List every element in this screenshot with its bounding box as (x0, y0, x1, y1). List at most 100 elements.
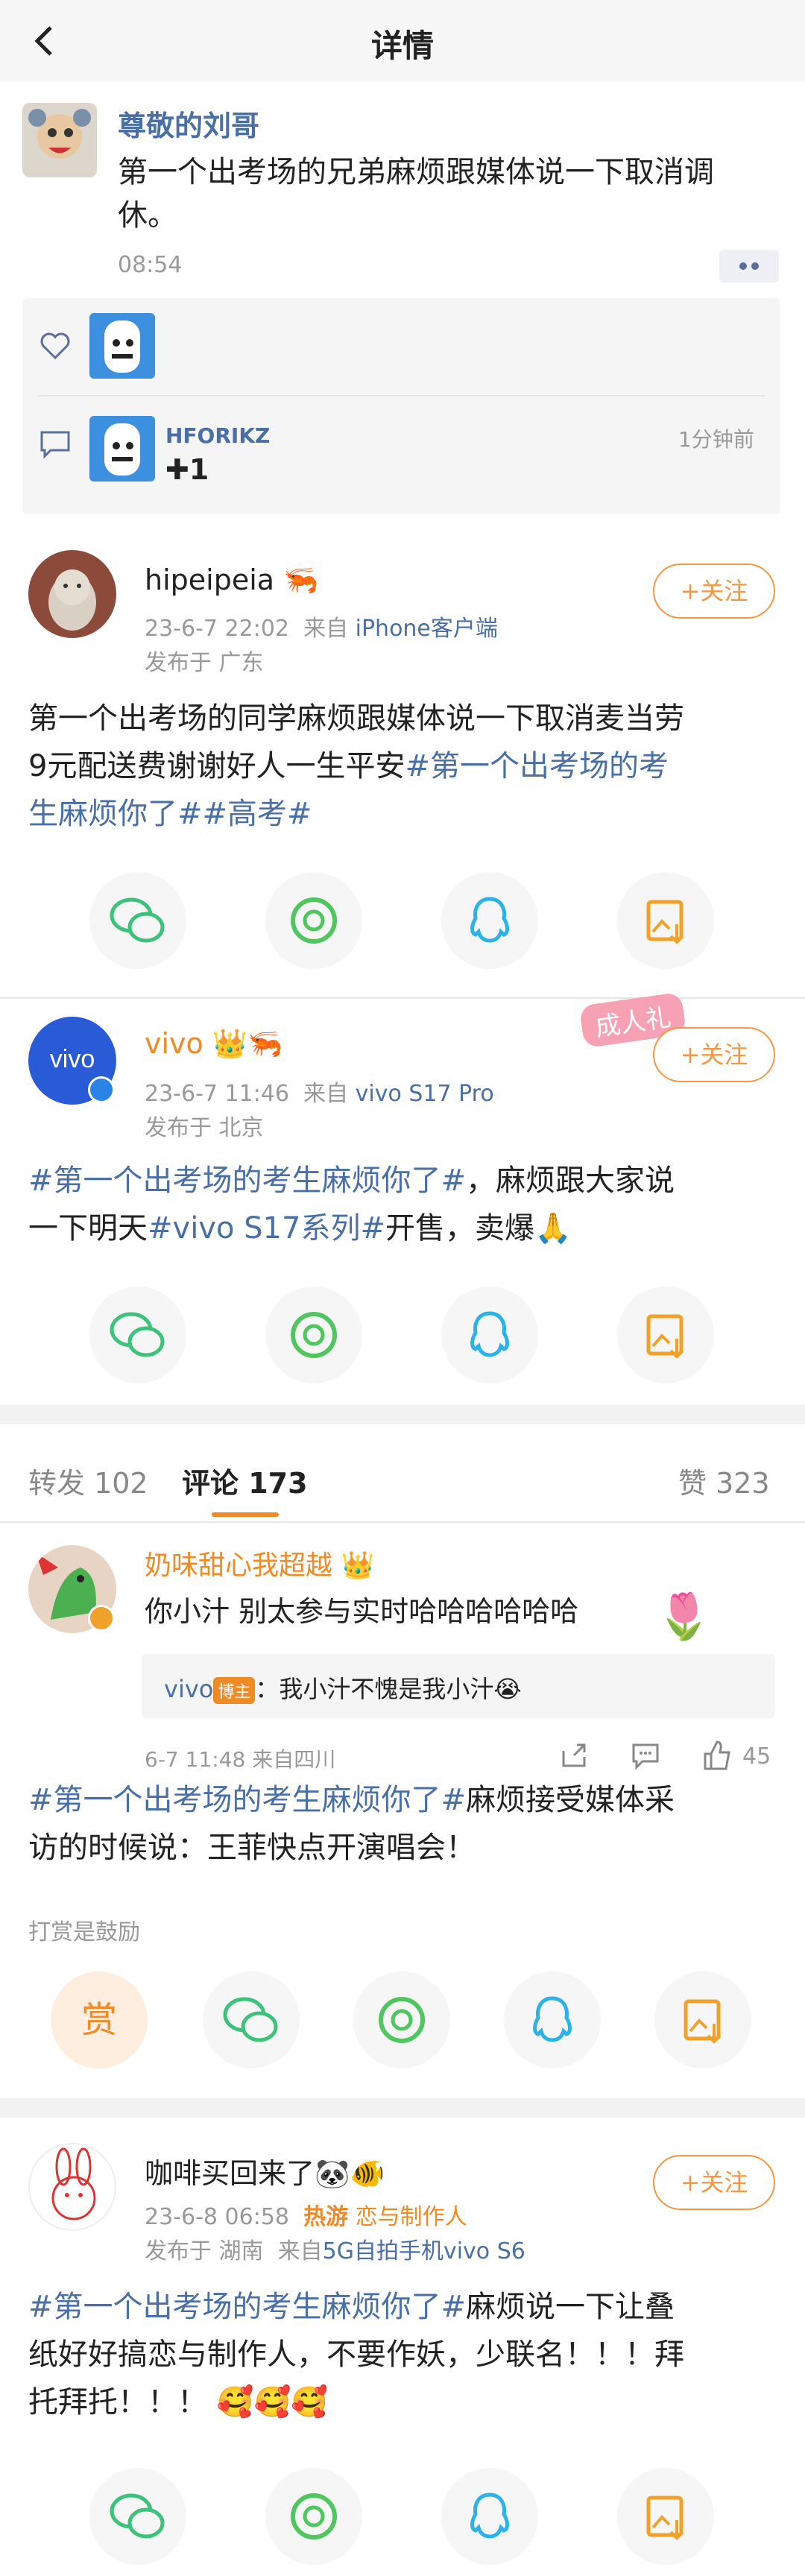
qq-icon (470, 1311, 509, 1357)
like-icon[interactable] (701, 1739, 733, 1772)
tab-comment[interactable]: 评论 173 (182, 1460, 308, 1501)
tab-like[interactable]: 赞 323 (678, 1460, 770, 1501)
hashtag-link[interactable]: #第一个出考场的考生麻烦你了# (28, 2290, 466, 2324)
commenter-avatar[interactable] (89, 416, 155, 482)
hashtag-link[interactable]: #第一个出考场的考 (405, 749, 669, 783)
share-row (0, 872, 805, 976)
crown-icon: 👑🦐 (212, 1027, 283, 1060)
repost-text: 第一个出考场的兄弟麻烦跟媒体说一下取消调 休。 (118, 155, 714, 233)
follow-button[interactable]: +关注 (653, 2155, 775, 2210)
comment-card: 奶味甜心我超越 👑 你小汁 别太参与实时哈哈哈哈哈哈 🌷 vivo 博主 ：我小汁不… (0, 1523, 805, 1776)
post-text: #第一个出考场的考生麻烦你了#麻烦接受媒体采 访的时候说：王菲快点开演唱会！ (28, 1783, 675, 1865)
svg-text:vivo: vivo (50, 1045, 95, 1073)
wechat-share-button[interactable] (89, 872, 186, 969)
like-count: 45 (742, 1743, 771, 1770)
moments-share-button[interactable] (265, 2468, 362, 2565)
post-text: 第一个出考场的同学麻烦跟媒体说一下取消麦当劳 9元配送费谢谢好人一生平安#第一个… (28, 695, 781, 838)
repost-time: 08:54 (118, 252, 183, 278)
wechat-icon (110, 897, 165, 943)
repost-author[interactable]: 尊敬的刘哥 (118, 103, 259, 144)
avatar[interactable] (28, 2143, 116, 2231)
save-image-button[interactable] (654, 1972, 751, 2068)
comment-icon[interactable] (39, 429, 72, 459)
qq-icon (470, 897, 509, 943)
shrimp-icon: 🦐 (283, 564, 319, 596)
hashtag-link[interactable]: #第一个出考场的考生麻烦你了# (28, 1164, 466, 1198)
post-card: hipeipeia 🦐 23-6-7 22:02 来自 iPhone客户端 发布… (0, 529, 805, 999)
hashtag-link[interactable]: 生麻烦你了##高考# (28, 790, 781, 838)
tip-label: 打赏是鼓励 (28, 1919, 140, 1945)
wechat-icon (223, 1997, 278, 2042)
interaction-box: HFORIKZ 1分钟前 ✚1 (22, 298, 780, 514)
moments-icon (291, 897, 337, 944)
reply-user[interactable]: vivo (164, 1675, 213, 1703)
tab-repost[interactable]: 转发 102 (28, 1460, 148, 1501)
section-divider (0, 1405, 805, 1424)
avatar[interactable] (28, 550, 116, 638)
hashtag-link[interactable]: #vivo S17系列# (148, 1211, 385, 1246)
verified-icon (88, 1605, 115, 1632)
source-link[interactable]: vivo S17 Pro (356, 1081, 494, 1107)
hot-badge: 热游 (303, 2204, 349, 2230)
wechat-share-button[interactable] (89, 2468, 186, 2565)
post-meta: 23-6-7 22:02 来自 iPhone客户端 (145, 616, 498, 642)
comment-icon[interactable] (631, 1740, 660, 1770)
follow-button[interactable]: +关注 (653, 1027, 775, 1082)
share-icon[interactable] (559, 1740, 589, 1770)
post-author[interactable]: hipeipeia 🦐 (145, 564, 318, 597)
post-text: #第一个出考场的考生麻烦你了#，麻烦跟大家说 一下明天#vivo S17系列#开… (28, 1164, 675, 1246)
save-image-icon (646, 2496, 684, 2540)
comment-author[interactable]: 奶味甜心我超越 👑 (145, 1544, 374, 1582)
hashtag-link[interactable]: #第一个出考场的考生麻烦你了# (28, 1783, 466, 1817)
post-location: 发布于 北京 (145, 1115, 264, 1141)
tulip-icon: 🌷 (656, 1591, 712, 1643)
moments-icon (291, 2493, 337, 2539)
moments-share-button[interactable] (265, 872, 362, 969)
save-image-button[interactable] (617, 872, 714, 969)
more-button[interactable] (719, 250, 779, 282)
reply-box[interactable]: vivo 博主 ：我小汁不愧是我小汁😭 (142, 1654, 775, 1718)
post-location: 发布于 湖南 来自5G自拍手机vivo S6 (145, 2238, 525, 2264)
divider (37, 395, 765, 397)
source-link[interactable]: 5G自拍手机vivo S6 (323, 2238, 525, 2264)
crown-icon: 👑 (341, 1550, 375, 1581)
qq-share-button[interactable] (504, 1972, 601, 2068)
follow-button[interactable]: +关注 (653, 564, 775, 619)
save-image-button[interactable] (617, 1287, 714, 1383)
wechat-share-button[interactable] (203, 1972, 300, 2068)
save-image-icon (684, 1999, 722, 2044)
comment-user[interactable]: HFORIKZ (165, 423, 270, 448)
comment-text: ✚1 (165, 453, 209, 486)
post-card: vivo vivo 👑🦐 成人礼 23-6-7 11:46 来自 vivo S1… (0, 991, 805, 1405)
comment-time: 1分钟前 (678, 427, 754, 452)
top-nav: 详情 (0, 0, 805, 82)
moments-share-button[interactable] (265, 1287, 362, 1383)
post-author[interactable]: 咖啡买回来了🐼🐠 (145, 2150, 385, 2191)
source-link[interactable]: iPhone客户端 (356, 616, 498, 642)
qq-share-button[interactable] (441, 2468, 538, 2565)
wechat-icon (110, 1312, 165, 1357)
page-title: 详情 (370, 28, 434, 64)
section-divider (0, 2098, 805, 2118)
moments-share-button[interactable] (353, 1972, 450, 2068)
topic-link[interactable]: 恋与制作人 (356, 2204, 467, 2230)
wechat-share-button[interactable] (89, 1287, 186, 1383)
share-row: 赏 (0, 1972, 805, 2076)
comment-time: 6-7 11:48 来自四川 (145, 1747, 336, 1772)
post-meta: 23-6-8 06:58 热游 恋与制作人 (145, 2204, 467, 2230)
post-card: #第一个出考场的考生麻烦你了#麻烦接受媒体采 访的时候说：王菲快点开演唱会！ 打… (0, 1776, 805, 2112)
liker-avatar[interactable] (89, 313, 155, 379)
post-author[interactable]: vivo 👑🦐 (145, 1027, 283, 1061)
avatar[interactable] (22, 103, 97, 177)
heart-icon[interactable] (39, 331, 72, 361)
moments-icon (379, 1997, 425, 2043)
reward-button[interactable]: 赏 (51, 1972, 148, 2068)
tab-bar: 转发 102 评论 173 赞 323 (0, 1424, 805, 1521)
qq-share-button[interactable] (441, 872, 538, 969)
comment-text: 你小汁 别太参与实时哈哈哈哈哈哈 (145, 1595, 579, 1628)
share-row (0, 2468, 805, 2572)
qq-icon (533, 1996, 572, 2042)
save-image-button[interactable] (617, 2468, 714, 2565)
qq-share-button[interactable] (441, 1287, 538, 1383)
share-row (0, 1287, 805, 1391)
